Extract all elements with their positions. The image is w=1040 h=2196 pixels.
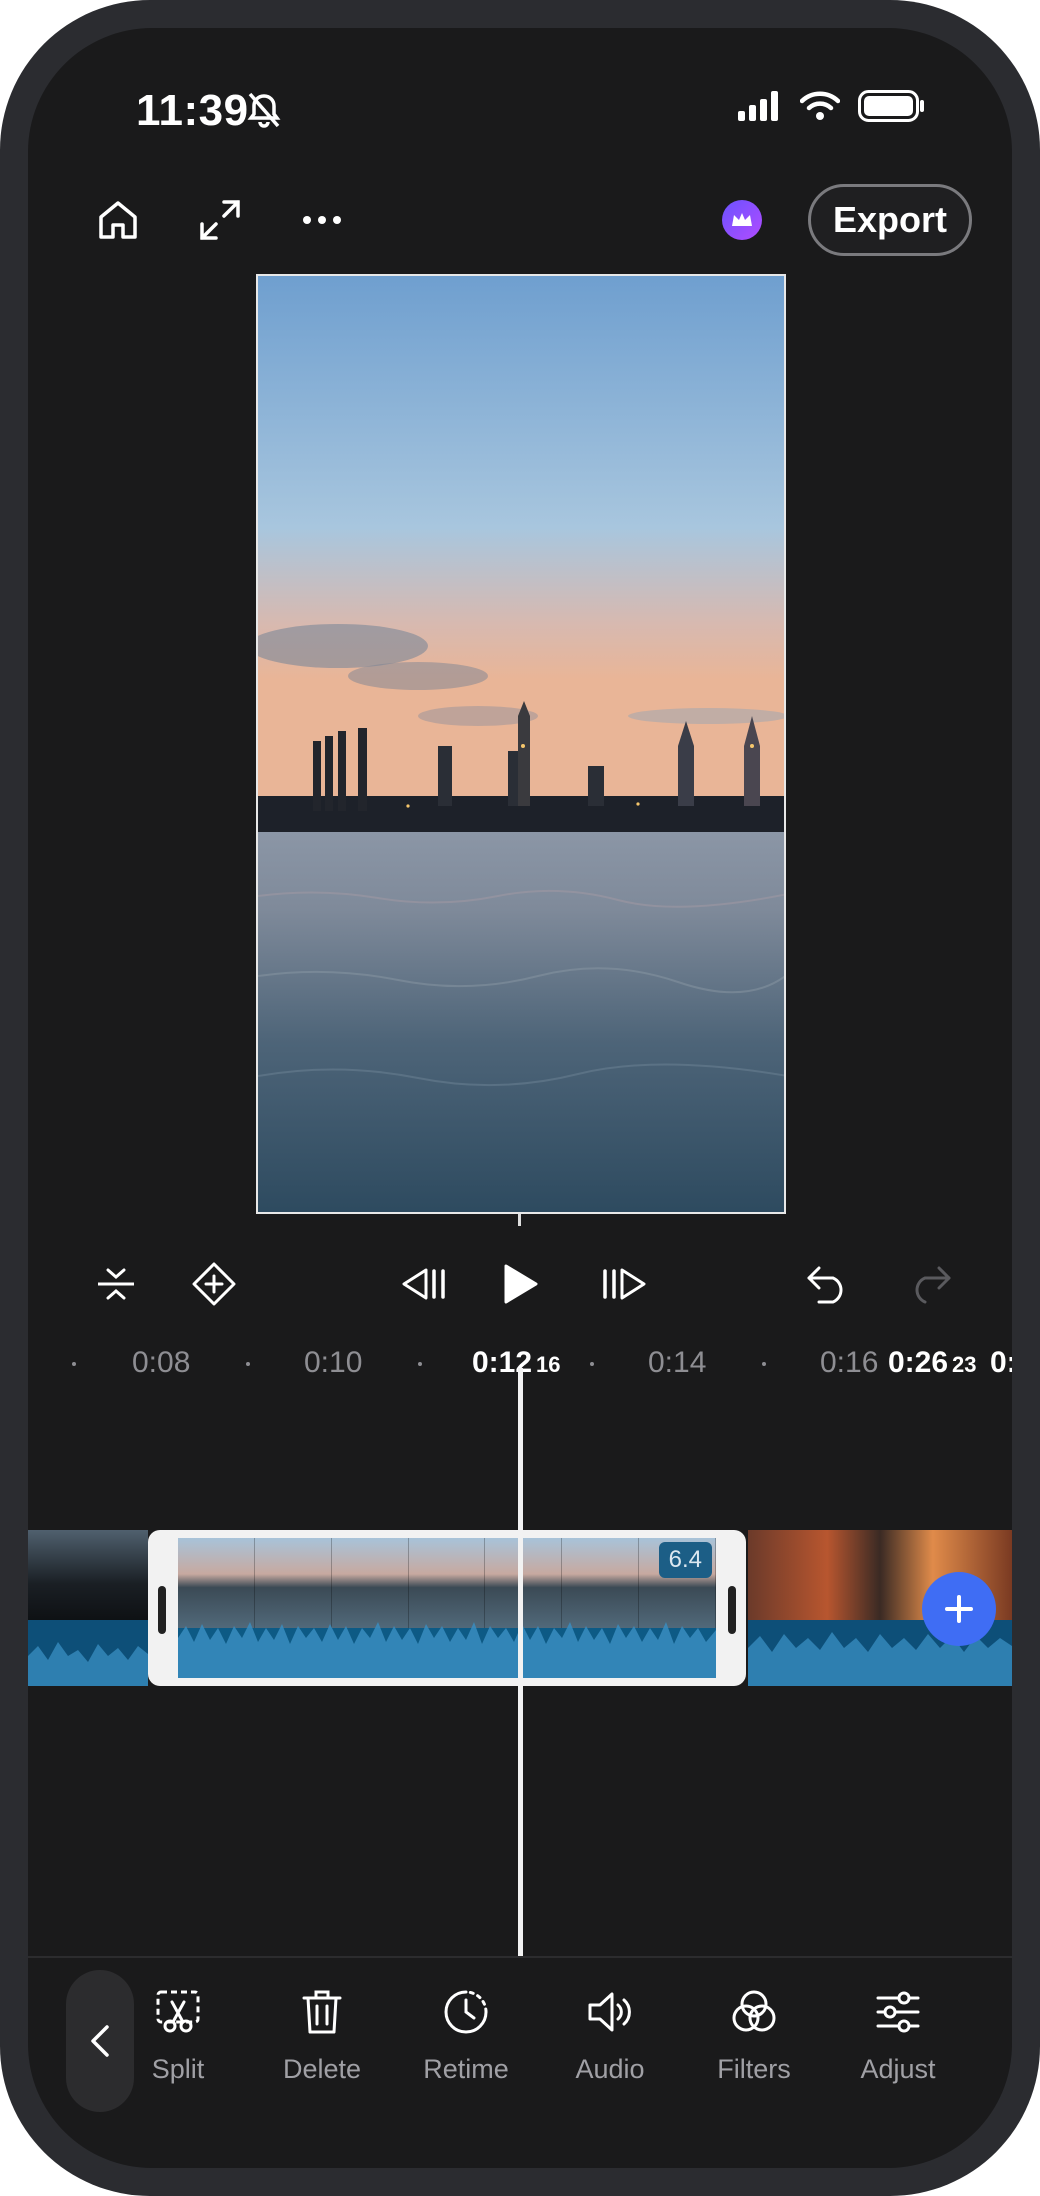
step-forward-icon [603, 1268, 646, 1300]
undo-button[interactable] [798, 1254, 858, 1314]
collapse-tracks-icon [98, 1268, 134, 1300]
filters-icon [732, 1990, 776, 2032]
retime-clock-icon [444, 1990, 488, 2034]
filters-tool[interactable]: Filters [684, 1988, 824, 2085]
delete-label: Delete [282, 2054, 362, 2084]
previous-frame-button[interactable] [394, 1254, 454, 1314]
filters-label: Filters [717, 2054, 791, 2084]
ruler-label: 0:08 [132, 1346, 191, 1379]
preview-playhead-marker [518, 1214, 521, 1226]
trash-icon [302, 1990, 342, 2034]
video-preview[interactable] [256, 274, 786, 1214]
clip-content: 6.4 [178, 1538, 716, 1678]
redo-icon [915, 1266, 951, 1304]
timeline-clip-selected[interactable]: 6.4 [148, 1530, 746, 1686]
timeline-clip-previous[interactable] [28, 1530, 148, 1686]
next-frame-button[interactable] [594, 1254, 654, 1314]
retime-label: Retime [423, 2054, 509, 2084]
delete-tool[interactable]: Delete [252, 1988, 392, 2085]
preview-frame-image [258, 276, 784, 1212]
audio-tool[interactable]: Audio [540, 1988, 680, 2085]
fullscreen-button[interactable] [192, 192, 248, 248]
toolbar-divider [28, 1956, 1012, 1958]
retime-tool[interactable]: Retime [396, 1988, 536, 2085]
premium-button[interactable] [722, 200, 762, 240]
adjust-tool[interactable]: Adjust [828, 1988, 968, 2085]
trim-handle-left[interactable] [158, 1586, 166, 1634]
app-screen: 11:39 Export 0:08 0:10 0:12 16 0:14 0:16… [28, 28, 1012, 2168]
cellular-signal-icon [738, 91, 778, 121]
current-timecode: 0:12 16 [472, 1346, 561, 1379]
split-view-button[interactable] [86, 1254, 146, 1314]
status-time: 11:39 [136, 86, 249, 135]
audio-label: Audio [575, 2054, 645, 2084]
clip-thumbnail [28, 1530, 148, 1620]
split-icon [156, 1990, 200, 2033]
wifi-icon [800, 91, 840, 120]
split-label: Split [151, 2054, 205, 2084]
keyframe-button[interactable] [184, 1254, 244, 1314]
undo-icon [807, 1266, 843, 1304]
clip-duration-badge: 6.4 [658, 1542, 712, 1578]
home-button[interactable] [90, 192, 146, 248]
ruler-tick [418, 1362, 422, 1366]
audio-waveform [28, 1642, 148, 1686]
ruler-label: 0:14 [648, 1346, 707, 1379]
speaker-icon [588, 1992, 631, 2032]
crown-icon [732, 213, 752, 226]
split-tool[interactable]: Split [108, 1988, 248, 2085]
trim-handle-right[interactable] [728, 1586, 736, 1634]
adjust-label: Adjust [860, 2054, 936, 2084]
redo-button[interactable] [900, 1254, 960, 1314]
playhead[interactable] [518, 1368, 523, 1958]
export-button[interactable]: Export [808, 184, 972, 256]
ruler-label: 0:16 [820, 1346, 879, 1379]
ruler-tick [72, 1362, 76, 1366]
step-back-icon [402, 1268, 445, 1300]
more-options-button[interactable] [294, 192, 350, 248]
play-button[interactable] [490, 1254, 550, 1314]
total-duration: 0:26 23 [888, 1346, 977, 1379]
bell-muted-icon [247, 92, 281, 128]
device-frame: 11:39 Export 0:08 0:10 0:12 16 0:14 0:16… [0, 0, 1040, 2196]
plus-icon [945, 1595, 973, 1623]
home-icon [99, 201, 137, 239]
audio-waveform [178, 1622, 716, 1678]
ruler-tick [590, 1362, 594, 1366]
play-icon [504, 1264, 538, 1304]
add-media-button[interactable] [922, 1572, 996, 1646]
ruler-tick [762, 1362, 766, 1366]
keyframe-add-icon [192, 1262, 236, 1306]
more-icon [303, 216, 341, 224]
expand-icon [200, 200, 240, 240]
ruler-tick [246, 1362, 250, 1366]
ruler-label-overflow: 0: [990, 1346, 1012, 1379]
sliders-icon [876, 1991, 920, 2033]
clip-thumbnails [178, 1538, 716, 1628]
status-indicators [738, 90, 926, 122]
ruler-label: 0:10 [304, 1346, 363, 1379]
battery-icon [858, 90, 924, 122]
